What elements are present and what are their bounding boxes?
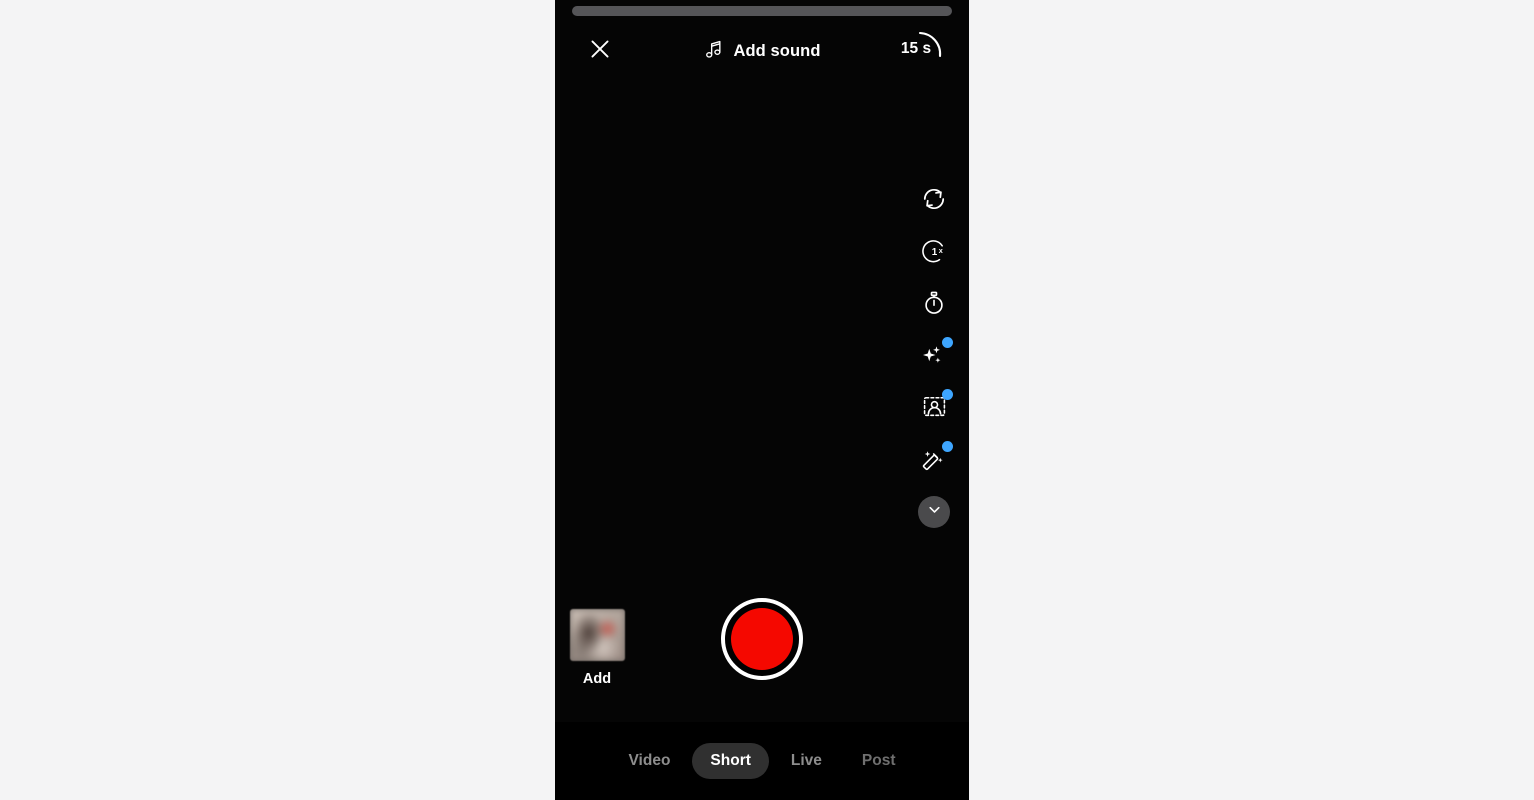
gallery-add-button[interactable]: Add bbox=[569, 609, 625, 687]
gallery-add-label: Add bbox=[582, 671, 612, 687]
expand-tools-button[interactable] bbox=[918, 496, 950, 528]
gallery-thumbnail bbox=[569, 609, 625, 661]
green-screen-button[interactable] bbox=[911, 386, 957, 432]
speed-button[interactable]: 1 x bbox=[911, 230, 957, 276]
top-bar: Add sound 15 s bbox=[555, 26, 969, 76]
add-sound-label: Add sound bbox=[733, 41, 821, 60]
mode-tab-bar: Video Short Live Post bbox=[555, 722, 969, 800]
capture-row: Add bbox=[555, 598, 969, 698]
camera-viewport[interactable]: Add sound 15 s 1 x Add bbox=[555, 0, 969, 722]
record-button[interactable] bbox=[721, 598, 803, 680]
mode-tab-short[interactable]: Short bbox=[692, 743, 769, 779]
close-icon bbox=[587, 36, 613, 67]
svg-text:x: x bbox=[938, 246, 942, 255]
flip-camera-button[interactable] bbox=[911, 178, 957, 224]
badge-dot bbox=[942, 337, 953, 348]
duration-button[interactable]: 15 s bbox=[889, 26, 951, 76]
badge-dot bbox=[942, 441, 953, 452]
effects-button[interactable] bbox=[911, 334, 957, 380]
close-button[interactable] bbox=[579, 30, 621, 72]
add-sound-button[interactable]: Add sound bbox=[693, 30, 830, 72]
timer-button[interactable] bbox=[911, 282, 957, 328]
stopwatch-icon bbox=[921, 290, 947, 321]
tool-rail: 1 x bbox=[909, 178, 959, 528]
mode-tab-live[interactable]: Live bbox=[773, 743, 840, 779]
recording-progress-track[interactable] bbox=[572, 6, 952, 16]
record-button-inner bbox=[731, 608, 793, 670]
chevron-down-icon bbox=[926, 501, 943, 523]
music-note-icon bbox=[703, 38, 723, 65]
mode-tab-post[interactable]: Post bbox=[844, 743, 914, 779]
phone-screen: Add sound 15 s 1 x Add Video Short Live … bbox=[555, 0, 969, 800]
badge-dot bbox=[942, 389, 953, 400]
retouch-button[interactable] bbox=[911, 438, 957, 484]
svg-text:1: 1 bbox=[931, 247, 937, 258]
camera-flip-icon bbox=[921, 186, 947, 217]
mode-tab-video[interactable]: Video bbox=[611, 743, 689, 779]
duration-label: 15 s bbox=[900, 40, 932, 57]
speed-1x-icon: 1 x bbox=[921, 237, 948, 269]
